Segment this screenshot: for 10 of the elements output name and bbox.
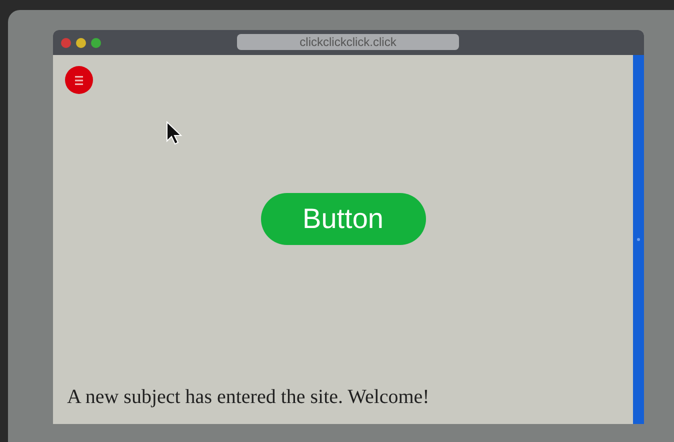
scrollbar[interactable] — [633, 55, 644, 424]
cursor-icon — [166, 121, 183, 146]
close-icon[interactable] — [61, 38, 71, 48]
menu-button[interactable] — [65, 66, 93, 94]
address-bar[interactable]: clickclickclick.click — [237, 34, 459, 50]
menu-icon — [75, 76, 83, 84]
welcome-message: A new subject has entered the site. Welcome! — [66, 385, 430, 410]
minimize-icon[interactable] — [76, 38, 86, 48]
maximize-icon[interactable] — [91, 38, 101, 48]
primary-button[interactable]: Button — [260, 193, 426, 245]
